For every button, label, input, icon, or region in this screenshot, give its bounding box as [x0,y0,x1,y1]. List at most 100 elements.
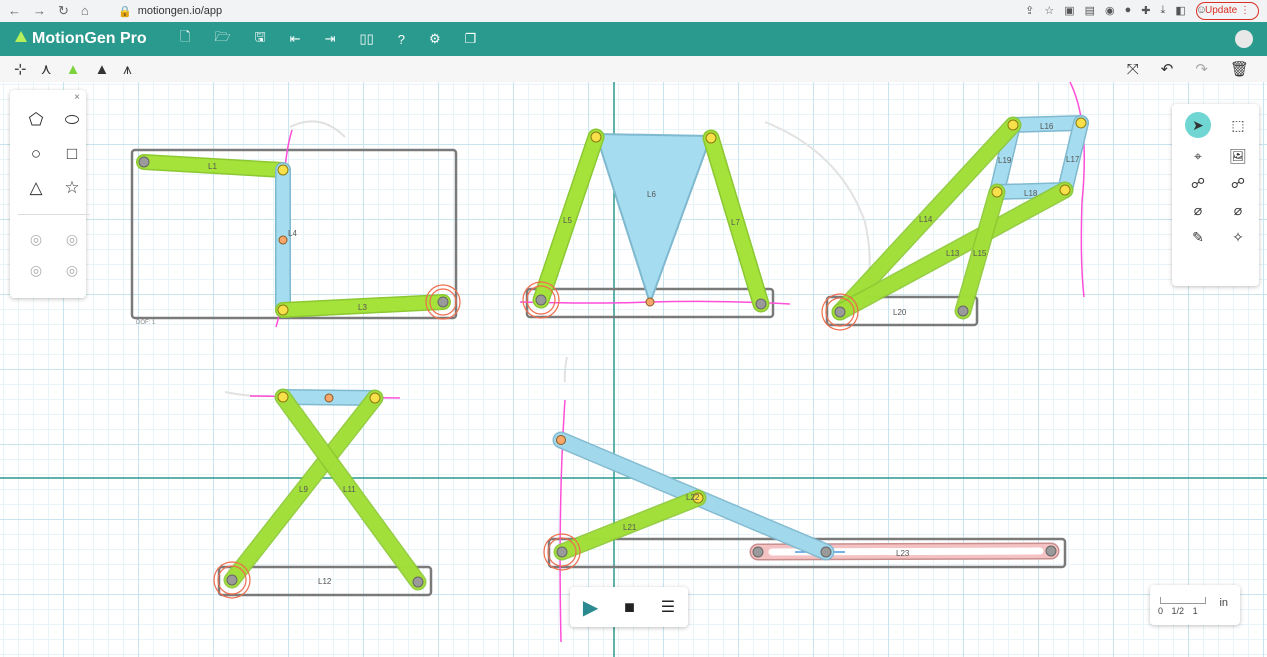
back-icon[interactable]: ← [8,3,21,19]
import-icon[interactable]: ⇤ [290,28,301,50]
gear-alt-icon[interactable]: ◎ [54,262,90,279]
joint[interactable] [645,297,655,307]
joint[interactable] [1045,545,1057,557]
joint[interactable] [1007,119,1019,131]
window-icon[interactable]: ❐ [465,28,477,50]
sidebar-icon[interactable]: ◧ [1175,4,1185,17]
link-label-l12: L12 [318,577,332,586]
joint[interactable] [1075,117,1087,129]
joint[interactable] [138,156,150,168]
link-icon[interactable]: ☍ [1178,175,1218,192]
link-label-l5: L5 [563,216,572,225]
joint[interactable] [590,131,602,143]
save-icon[interactable]: 🖫 [255,28,266,50]
undo-icon[interactable]: ↶ [1161,60,1174,78]
joint[interactable] [226,574,238,586]
meet-icon[interactable]: ◉ [1105,4,1115,17]
box-select-icon[interactable]: ⬚ [1218,112,1258,138]
joint[interactable] [278,235,288,245]
triad-hatched-icon[interactable]: ⩚ [123,60,131,78]
joint[interactable] [834,306,846,318]
joint[interactable] [957,305,969,317]
circle-icon[interactable]: ○ [18,144,54,164]
brush-icon[interactable]: ✎ [1178,229,1218,246]
square-icon[interactable]: □ [54,144,90,164]
joint[interactable] [437,296,449,308]
settings-icon[interactable]: ⚙ [429,28,441,50]
joint[interactable] [556,546,568,558]
opera-icon[interactable]: ● [1125,4,1132,17]
fit-screen-icon[interactable]: ⤧ [1127,60,1139,78]
extension-icon[interactable]: ▣ [1064,4,1074,17]
joint[interactable] [277,164,289,176]
home-icon[interactable]: ⌂ [81,3,89,19]
mechanism-3[interactable]: L16 L17 L19 L18 L14 L13 L15 L20 [821,82,1089,331]
close-icon[interactable]: × [74,92,80,103]
stop-icon[interactable]: ■ [624,597,635,618]
joint[interactable] [412,576,424,588]
add-joint-alt-icon[interactable]: ⌀ [1218,202,1258,219]
coupler-path-trace [289,120,346,138]
link-label-l1: L1 [208,162,217,171]
joint[interactable] [755,298,767,310]
joint[interactable] [752,546,764,558]
download-icon[interactable]: ⤓ [1160,4,1165,17]
link-label-l23: L23 [896,549,910,558]
pdf-icon[interactable]: ▤ [1085,4,1095,17]
mechanism-2[interactable]: L5 L6 L7 [519,121,871,319]
forward-icon[interactable]: → [33,3,46,19]
triangle-icon[interactable]: △ [18,178,54,198]
axes-icon[interactable]: ⊹ [14,60,27,78]
star-bookmark-icon[interactable]: ☆ [1044,4,1054,17]
redo-icon[interactable]: ↷ [1195,60,1208,78]
book-icon[interactable]: ▯▯ [359,28,373,50]
blob-icon[interactable]: ⬭ [54,110,90,130]
link-joint-alt-icon[interactable]: ◎ [54,231,90,248]
logo-icon [14,30,28,48]
joint[interactable] [1059,184,1071,196]
dyad-icon[interactable]: ⋏ [41,60,52,78]
export-icon[interactable]: ⇥ [325,28,336,50]
reload-icon[interactable]: ↻ [58,3,69,19]
joint[interactable] [277,391,289,403]
joint[interactable] [991,186,1003,198]
share-icon[interactable]: ⇪ [1025,4,1034,17]
joint[interactable] [556,435,566,445]
joint[interactable] [705,132,717,144]
address-bar[interactable]: 🔒 motiongen.io/app [118,5,222,18]
path-select-icon[interactable]: ⌖ [1178,148,1218,165]
image-icon[interactable]: 🖼 [1218,148,1258,165]
joint[interactable] [820,546,832,558]
mechanism-1[interactable]: L1 L4 L3 DOF: 1 [130,120,461,328]
trash-icon[interactable]: 🗑 [1230,60,1249,78]
gear-icon[interactable]: ◎ [18,262,54,279]
link-alt-icon[interactable]: ☍ [1218,175,1258,192]
mechanism-4[interactable]: L9 L11 L12 [213,388,433,599]
play-icon[interactable]: ▶ [583,595,598,620]
star-icon[interactable]: ☆ [54,178,90,198]
joint[interactable] [277,304,289,316]
link-label-l11: L11 [343,485,356,494]
help-icon[interactable]: ? [398,28,405,50]
joint[interactable] [535,294,547,306]
magic-icon[interactable]: ✧ [1218,229,1258,246]
triad-dark-icon[interactable]: ▲ [94,60,109,78]
secondary-toolbar: ⊹ ⋏ ▲ ▲ ⩚ ⤧ ↶ ↷ 🗑 [0,56,1267,82]
design-canvas[interactable]: L1 L4 L3 DOF: 1 L5 L6 L7 L16 L17 L19 L18… [0,82,1267,657]
joint[interactable] [369,392,381,404]
add-joint-icon[interactable]: ⌀ [1178,202,1218,219]
link-joint-icon[interactable]: ◎ [18,231,54,248]
update-button[interactable]: Update ⋮ [1195,2,1259,20]
joint[interactable] [324,393,334,403]
settings-sliders-icon[interactable]: ☰ [661,597,675,617]
triad-green-icon[interactable]: ▲ [66,60,81,78]
user-avatar[interactable] [1235,30,1253,48]
puzzle-icon[interactable]: ✚ [1141,4,1150,17]
freeform-icon[interactable]: ⬠ [18,110,54,130]
new-file-icon[interactable]: 🗋 [180,28,190,50]
dof-label: DOF: 1 [136,320,156,326]
select-icon[interactable]: ➤ [1185,112,1211,138]
url-text[interactable]: motiongen.io/app [138,5,222,17]
open-folder-icon[interactable]: 🗁 [214,28,230,50]
mechanism-drawing[interactable]: L1 L4 L3 DOF: 1 L5 L6 L7 L16 L17 L19 L18… [0,82,1267,657]
